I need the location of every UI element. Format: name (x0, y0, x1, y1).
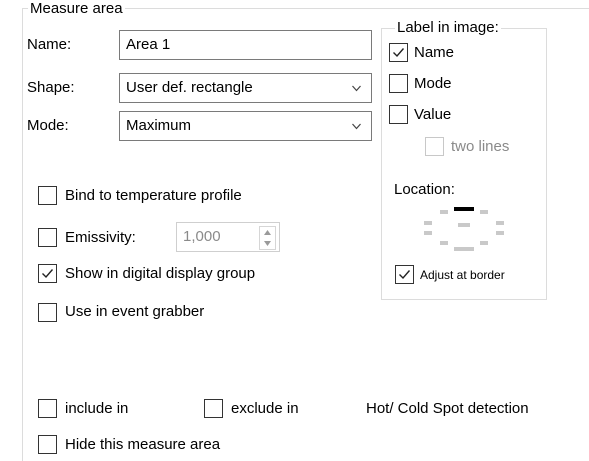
location-selector[interactable] (424, 207, 504, 251)
shape-select[interactable]: User def. rectangle (119, 73, 372, 103)
shape-label: Shape: (27, 79, 75, 96)
bind-profile-label: Bind to temperature profile (65, 187, 242, 204)
emissivity-value: 1,000 (183, 228, 221, 245)
location-right-lower[interactable] (496, 231, 504, 235)
location-left-upper[interactable] (424, 221, 432, 225)
checkmark-icon (42, 269, 54, 279)
name-label: Name: (27, 36, 72, 53)
location-center[interactable] (458, 223, 470, 227)
chevron-down-icon (352, 123, 361, 130)
label-mode-label: Mode (414, 75, 452, 92)
hotcold-detection-text: Hot/ Cold Spot detection (366, 400, 529, 417)
shape-select-value: User def. rectangle (126, 79, 253, 96)
two-lines-label: two lines (451, 138, 510, 155)
emissivity-checkbox[interactable] (38, 228, 57, 247)
spin-buttons (259, 226, 276, 250)
include-in-checkbox[interactable] (38, 399, 57, 418)
name-field-value: Area 1 (126, 36, 171, 53)
label-in-image-group (381, 28, 547, 300)
name-field[interactable]: Area 1 (119, 30, 372, 60)
adjust-border-checkbox[interactable] (395, 265, 414, 284)
emissivity-spinner[interactable]: 1,000 (176, 222, 280, 252)
hide-area-label: Hide this measure area (65, 436, 221, 453)
chevron-down-icon (352, 85, 361, 92)
label-name-checkbox[interactable] (389, 43, 408, 62)
spin-down-icon[interactable] (264, 241, 271, 246)
hide-area-checkbox[interactable] (38, 435, 57, 454)
checkmark-icon (399, 270, 411, 280)
label-in-image-legend: Label in image: (395, 19, 501, 36)
include-in-label: include in (65, 400, 129, 417)
location-top-center[interactable] (454, 207, 474, 211)
event-grabber-checkbox[interactable] (38, 303, 57, 322)
location-left-lower[interactable] (424, 231, 432, 235)
location-right-upper[interactable] (496, 221, 504, 225)
emissivity-label: Emissivity: (65, 229, 136, 246)
exclude-in-label: exclude in (231, 400, 299, 417)
location-top-left[interactable] (440, 210, 448, 214)
adjust-border-label: Adjust at border (420, 268, 505, 282)
location-bottom-left[interactable] (440, 241, 448, 245)
checkmark-icon (393, 48, 405, 58)
bind-profile-checkbox[interactable] (38, 186, 57, 205)
label-name-label: Name (414, 44, 455, 61)
exclude-in-checkbox[interactable] (204, 399, 223, 418)
location-bottom-right[interactable] (480, 241, 488, 245)
two-lines-checkbox[interactable] (425, 137, 444, 156)
location-bottom-center[interactable] (454, 247, 474, 251)
label-mode-checkbox[interactable] (389, 74, 408, 93)
show-digital-label: Show in digital display group (65, 265, 256, 282)
mode-select-value: Maximum (126, 117, 192, 134)
label-value-checkbox[interactable] (389, 105, 408, 124)
measure-area-legend: Measure area (28, 0, 125, 17)
spin-up-icon[interactable] (264, 230, 271, 235)
mode-label: Mode: (27, 117, 69, 134)
event-grabber-label: Use in event grabber (65, 303, 205, 320)
show-digital-checkbox[interactable] (38, 264, 57, 283)
label-value-label: Value (414, 106, 452, 123)
location-label: Location: (394, 181, 455, 198)
mode-select[interactable]: Maximum (119, 111, 372, 141)
location-top-right[interactable] (480, 210, 488, 214)
